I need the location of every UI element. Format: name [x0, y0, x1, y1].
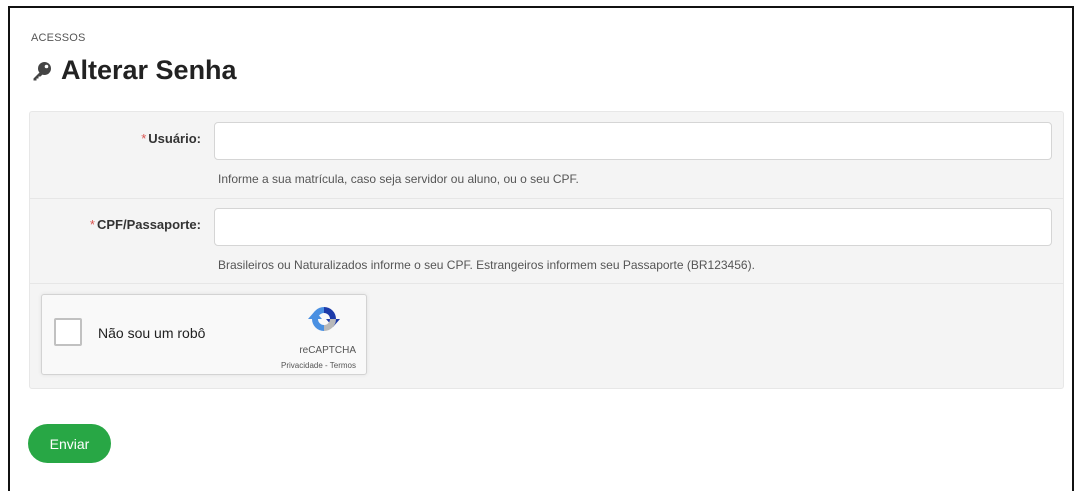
- recaptcha-logo-icon: [304, 303, 344, 339]
- usuario-row: * Usuário: Informe a sua matrícula, caso …: [30, 112, 1063, 199]
- cpf-label-text: CPF/Passaporte:: [96, 217, 201, 232]
- usuario-input[interactable]: [214, 122, 1052, 160]
- required-marker: *: [89, 217, 95, 232]
- recaptcha-label: Não sou um robô: [98, 325, 206, 341]
- usuario-label: * Usuário:: [141, 131, 201, 146]
- usuario-label-text: Usuário:: [148, 131, 201, 146]
- recaptcha-links[interactable]: Privacidade - Termos: [242, 361, 356, 370]
- recaptcha-widget: Não sou um robô reCAPTCHA Privacidade - …: [41, 294, 367, 375]
- page-title: Alterar Senha: [61, 55, 237, 85]
- usuario-help: Informe a sua matrícula, caso seja servi…: [218, 172, 579, 186]
- enviar-button[interactable]: Enviar: [28, 424, 111, 463]
- form-panel: * Usuário: Informe a sua matrícula, caso …: [29, 111, 1064, 389]
- page-header: Alterar Senha: [31, 55, 237, 86]
- recaptcha-checkbox[interactable]: [54, 318, 82, 346]
- cpf-help: Brasileiros ou Naturalizados informe o s…: [218, 258, 755, 272]
- cpf-label: * CPF/Passaporte:: [90, 217, 201, 232]
- cpf-row: * CPF/Passaporte: Brasileiros ou Naturali…: [30, 198, 1063, 284]
- recaptcha-brand: reCAPTCHA: [299, 345, 356, 356]
- cpf-passaporte-input[interactable]: [214, 208, 1052, 246]
- required-marker: *: [141, 131, 147, 146]
- breadcrumb: ACESSOS: [31, 32, 86, 44]
- key-icon: [31, 60, 53, 82]
